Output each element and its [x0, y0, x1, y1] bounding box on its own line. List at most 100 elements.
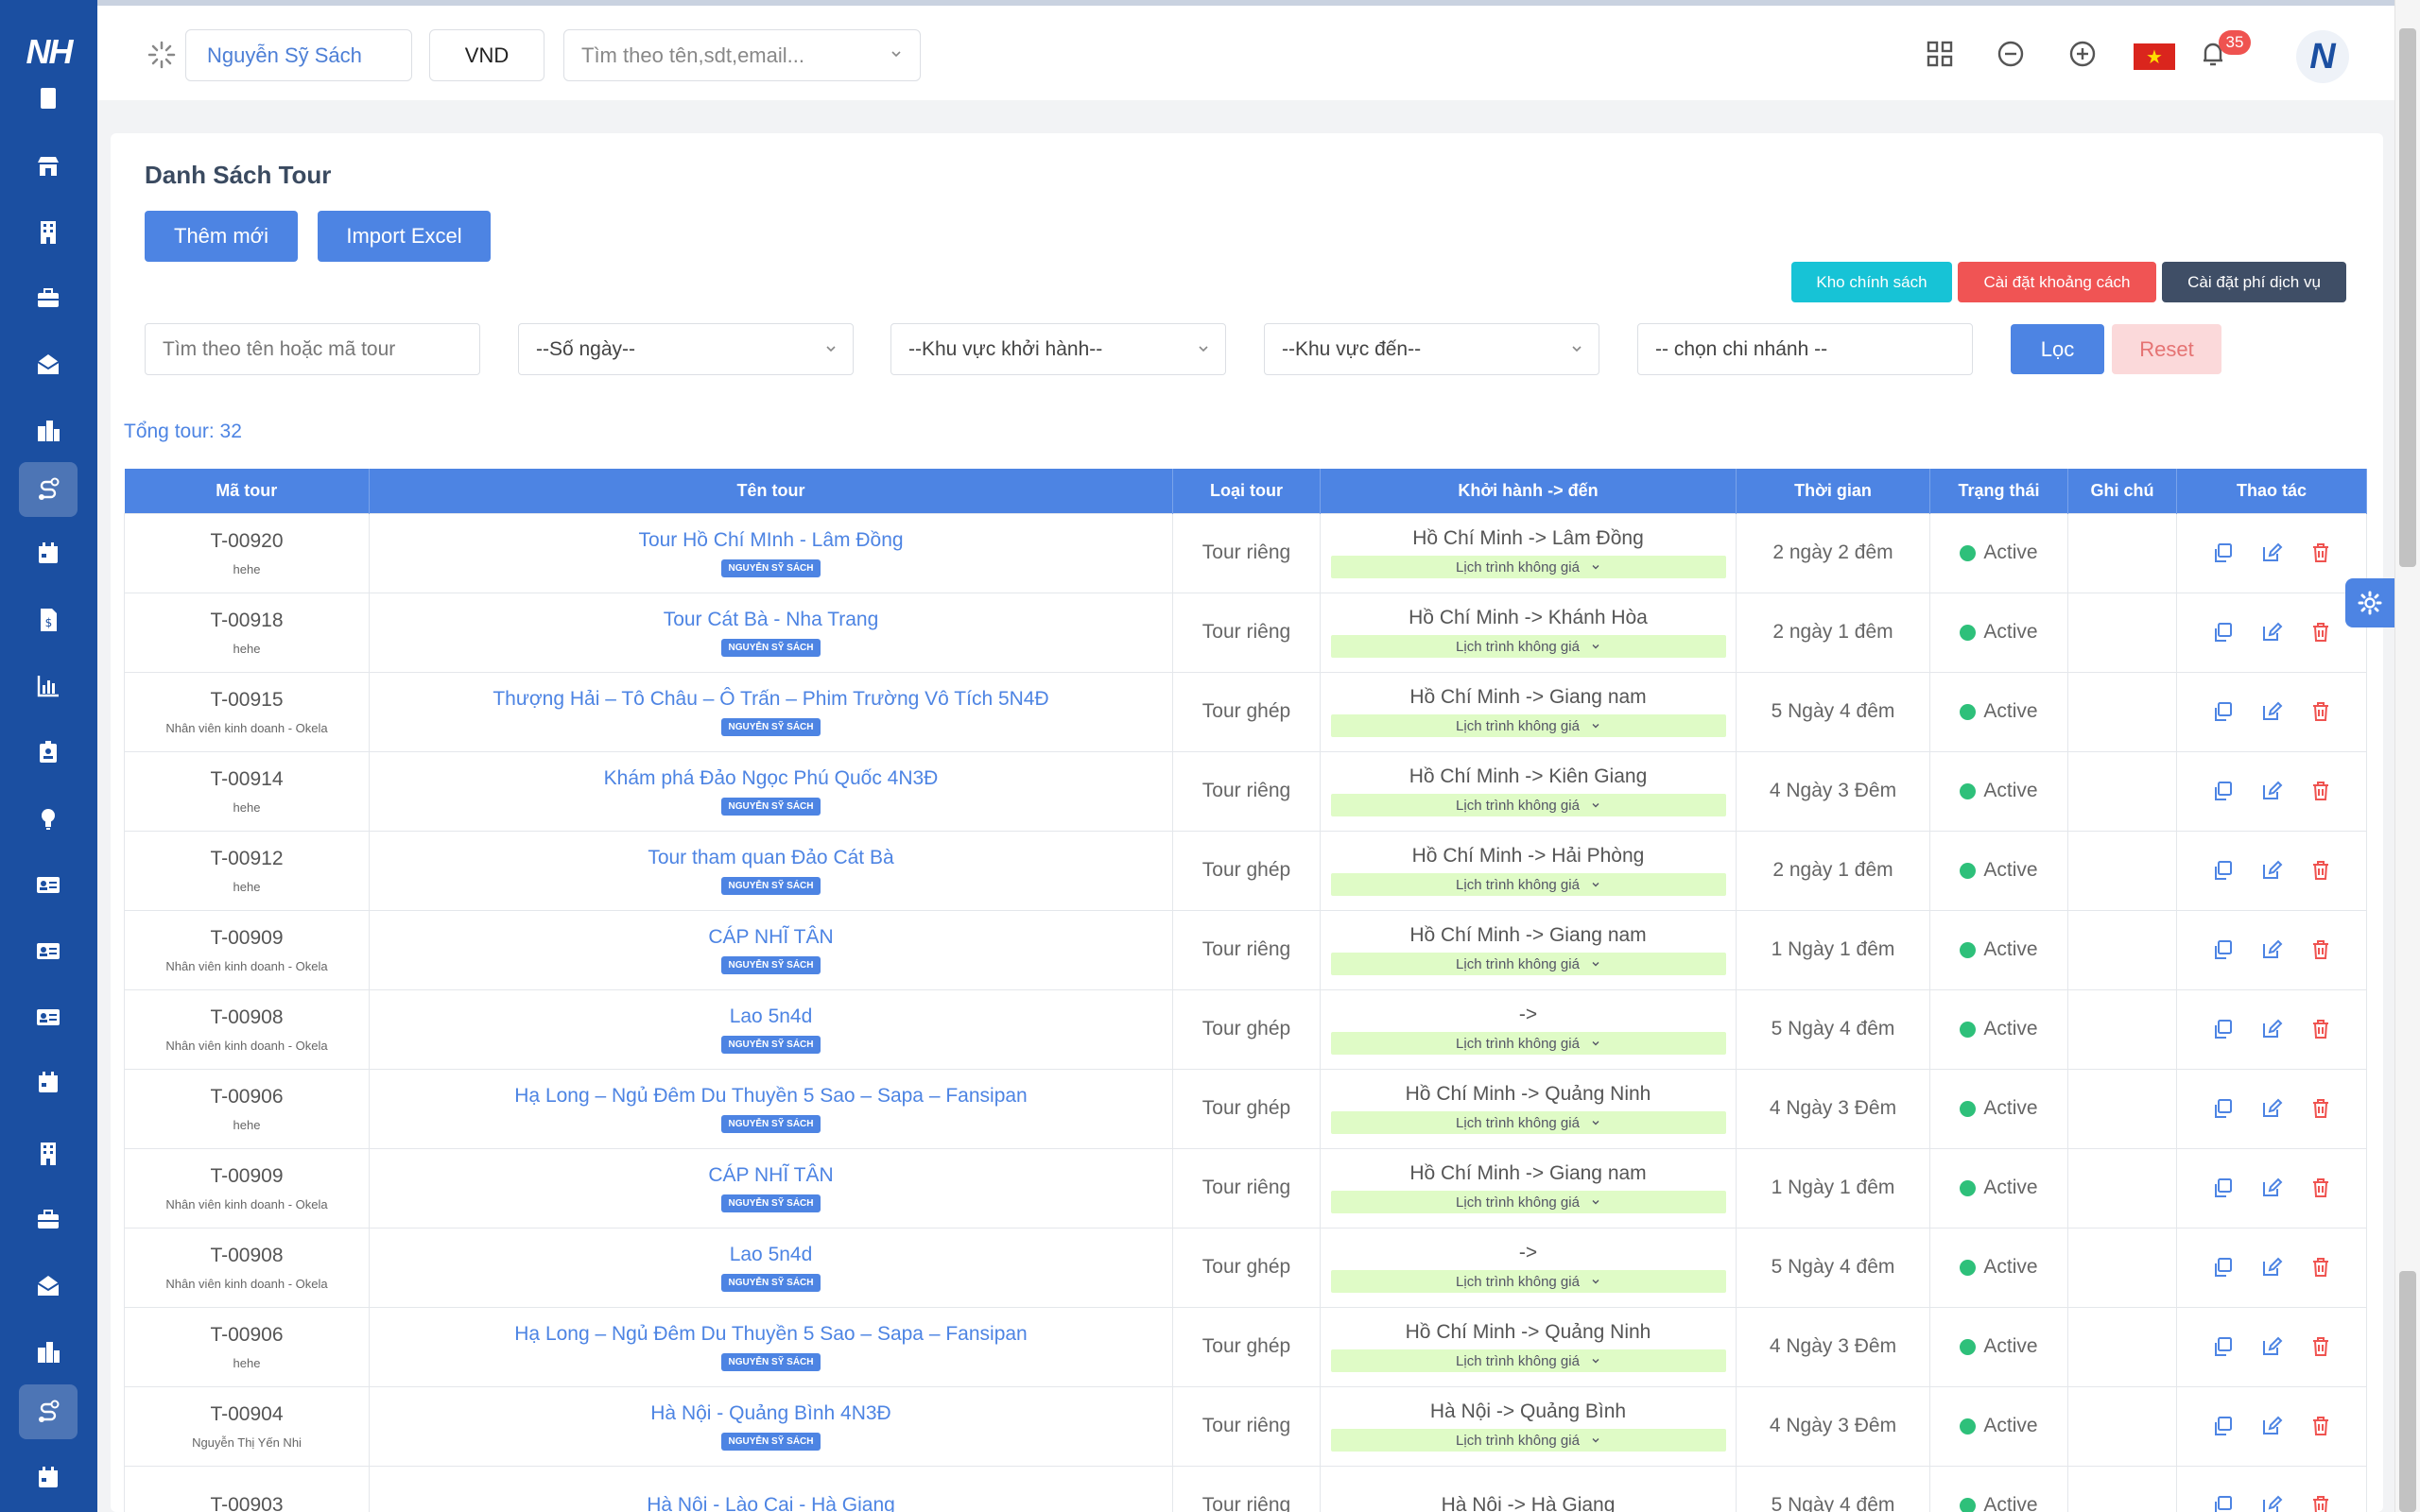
branch-select[interactable]: -- chọn chi nhánh -- [1637, 323, 1973, 375]
header-note[interactable]: Ghi chú [2067, 469, 2177, 513]
zoom-out-icon[interactable] [1994, 37, 2028, 71]
sidebar-item-chart[interactable] [19, 659, 78, 713]
tour-name-link[interactable]: Tour Cát Bà - Nha Trang [371, 609, 1172, 631]
trash-icon[interactable] [2309, 700, 2332, 723]
header-tour-name[interactable]: Tên tour [369, 469, 1173, 513]
sidebar-item-briefcase[interactable] [19, 271, 78, 326]
tour-name-link[interactable]: CÁP NHĨ TÂN [371, 926, 1172, 949]
sidebar-item-id-card[interactable] [19, 923, 78, 978]
table-row[interactable]: T-00915 Nhân viên kinh doanh - Okela Thượn… [124, 671, 2367, 752]
copy-icon[interactable] [2211, 1018, 2234, 1040]
trash-icon[interactable] [2309, 780, 2332, 802]
table-row[interactable]: T-00914 hehe Khám phá Đảo Ngọc Phú Quốc 4N… [124, 750, 2367, 832]
filter-button[interactable]: Lọc [2011, 324, 2104, 374]
header-route[interactable]: Khởi hành -> đến [1320, 469, 1737, 513]
trash-icon[interactable] [2309, 1415, 2332, 1437]
tour-name-link[interactable]: Lao 5n4d [371, 1005, 1172, 1028]
schedule-dropdown[interactable]: Lịch trình không giá [1330, 556, 1726, 578]
trash-icon[interactable] [2309, 1097, 2332, 1120]
edit-icon[interactable] [2260, 1335, 2283, 1358]
schedule-dropdown[interactable]: Lịch trình không giá [1330, 714, 1726, 737]
sidebar-item-receipt[interactable] [19, 71, 78, 126]
copy-icon[interactable] [2211, 621, 2234, 644]
sidebar-item-building[interactable] [19, 205, 78, 260]
edit-icon[interactable] [2260, 859, 2283, 882]
trash-icon[interactable] [2309, 1018, 2332, 1040]
table-row[interactable]: T-00909 Nhân viên kinh doanh - Okela CÁP N… [124, 1147, 2367, 1228]
copy-icon[interactable] [2211, 1097, 2234, 1120]
sidebar-item-invoice[interactable]: $ [19, 593, 78, 647]
edit-icon[interactable] [2260, 1018, 2283, 1040]
tour-name-link[interactable]: Tour Hồ Chí MInh - Lâm Đồng [371, 529, 1172, 552]
add-tour-button[interactable]: Thêm mới [145, 211, 298, 262]
tour-name-link[interactable]: Hà Nội - Quảng Bình 4N3Đ [371, 1402, 1172, 1425]
store-selector[interactable]: Nguyễn Sỹ Sách [185, 29, 412, 81]
schedule-dropdown[interactable]: Lịch trình không giá [1330, 1270, 1726, 1293]
sidebar-item-briefcase[interactable] [19, 1193, 78, 1247]
trash-icon[interactable] [2309, 1256, 2332, 1279]
copy-icon[interactable] [2211, 1177, 2234, 1199]
tour-name-link[interactable]: Tour tham quan Đảo Cát Bà [371, 847, 1172, 869]
scrollbar-thumb-lower[interactable] [2399, 1271, 2416, 1512]
sidebar-item-store[interactable] [19, 139, 78, 194]
table-row[interactable]: T-00903 Hà Nội - Lào Cai - Hà Giang Tour r… [124, 1465, 2367, 1512]
currency-selector[interactable]: VND [429, 29, 544, 81]
scrollbar-thumb[interactable] [2399, 28, 2416, 567]
copy-icon[interactable] [2211, 1335, 2234, 1358]
sidebar-item-lightbulb[interactable] [19, 791, 78, 846]
page-scrollbar[interactable] [2394, 0, 2420, 1512]
distance-settings-button[interactable]: Cài đặt khoảng cách [1958, 262, 2156, 302]
sidebar-item-mail-open[interactable] [19, 1259, 78, 1314]
copy-icon[interactable] [2211, 859, 2234, 882]
tour-name-link[interactable]: CÁP NHĨ TÂN [371, 1164, 1172, 1187]
tour-name-link[interactable]: Hà Nội - Lào Cai - Hà Giang [371, 1494, 1172, 1512]
edit-icon[interactable] [2260, 780, 2283, 802]
schedule-dropdown[interactable]: Lịch trình không giá [1330, 953, 1726, 975]
copy-icon[interactable] [2211, 1415, 2234, 1437]
sidebar-item-calendar[interactable] [19, 1056, 78, 1110]
sidebar-item-city[interactable] [19, 1325, 78, 1380]
table-row[interactable]: T-00906 hehe Hạ Long – Ngủ Đêm Du Thuyền 5… [124, 1068, 2367, 1149]
schedule-dropdown[interactable]: Lịch trình không giá [1330, 1429, 1726, 1452]
table-row[interactable]: T-00908 Nhân viên kinh doanh - Okela Lao 5… [124, 1227, 2367, 1308]
table-row[interactable]: T-00920 hehe Tour Hồ Chí MInh - Lâm Đồng NG… [124, 512, 2367, 593]
schedule-dropdown[interactable]: Lịch trình không giá [1330, 873, 1726, 896]
table-row[interactable]: T-00909 Nhân viên kinh doanh - Okela CÁP N… [124, 909, 2367, 990]
edit-icon[interactable] [2260, 1415, 2283, 1437]
table-row[interactable]: T-00906 hehe Hạ Long – Ngủ Đêm Du Thuyền 5… [124, 1306, 2367, 1387]
service-fee-settings-button[interactable]: Cài đặt phí dịch vụ [2162, 262, 2346, 302]
copy-icon[interactable] [2211, 1256, 2234, 1279]
edit-icon[interactable] [2260, 1097, 2283, 1120]
tour-name-link[interactable]: Thượng Hải – Tô Châu – Ô Trấn – Phim Trư… [371, 688, 1172, 711]
schedule-dropdown[interactable]: Lịch trình không giá [1330, 794, 1726, 816]
sidebar-item-city[interactable] [19, 404, 78, 458]
header-duration[interactable]: Thời gian [1736, 469, 1930, 513]
sidebar-item-building[interactable] [19, 1126, 78, 1181]
trash-icon[interactable] [2309, 859, 2332, 882]
copy-icon[interactable] [2211, 1494, 2234, 1512]
days-select[interactable]: --Số ngày-- [518, 323, 854, 375]
copy-icon[interactable] [2211, 938, 2234, 961]
trash-icon[interactable] [2309, 541, 2332, 564]
sidebar-item-calendar[interactable] [19, 526, 78, 581]
table-row[interactable]: T-00904 Nguyễn Thị Yến Nhi Hà Nội - Quảng … [124, 1385, 2367, 1467]
schedule-dropdown[interactable]: Lịch trình không giá [1330, 1032, 1726, 1055]
edit-icon[interactable] [2260, 1256, 2283, 1279]
table-row[interactable]: T-00912 hehe Tour tham quan Đảo Cát Bà NGUY… [124, 830, 2367, 911]
sidebar-item-calendar[interactable] [19, 1451, 78, 1505]
header-tour-type[interactable]: Loại tour [1172, 469, 1321, 513]
copy-icon[interactable] [2211, 700, 2234, 723]
edit-icon[interactable] [2260, 541, 2283, 564]
departure-region-select[interactable]: --Khu vực khởi hành-- [890, 323, 1226, 375]
copy-icon[interactable] [2211, 780, 2234, 802]
schedule-dropdown[interactable]: Lịch trình không giá [1330, 1349, 1726, 1372]
tour-name-link[interactable]: Khám phá Đảo Ngọc Phú Quốc 4N3Đ [371, 767, 1172, 790]
sidebar-item-id-card[interactable] [19, 857, 78, 912]
schedule-dropdown[interactable]: Lịch trình không giá [1330, 1191, 1726, 1213]
edit-icon[interactable] [2260, 938, 2283, 961]
schedule-dropdown[interactable]: Lịch trình không giá [1330, 635, 1726, 658]
sidebar-item-id-card[interactable] [19, 989, 78, 1044]
edit-icon[interactable] [2260, 700, 2283, 723]
edit-icon[interactable] [2260, 621, 2283, 644]
header-tour-code[interactable]: Mã tour [124, 469, 370, 513]
